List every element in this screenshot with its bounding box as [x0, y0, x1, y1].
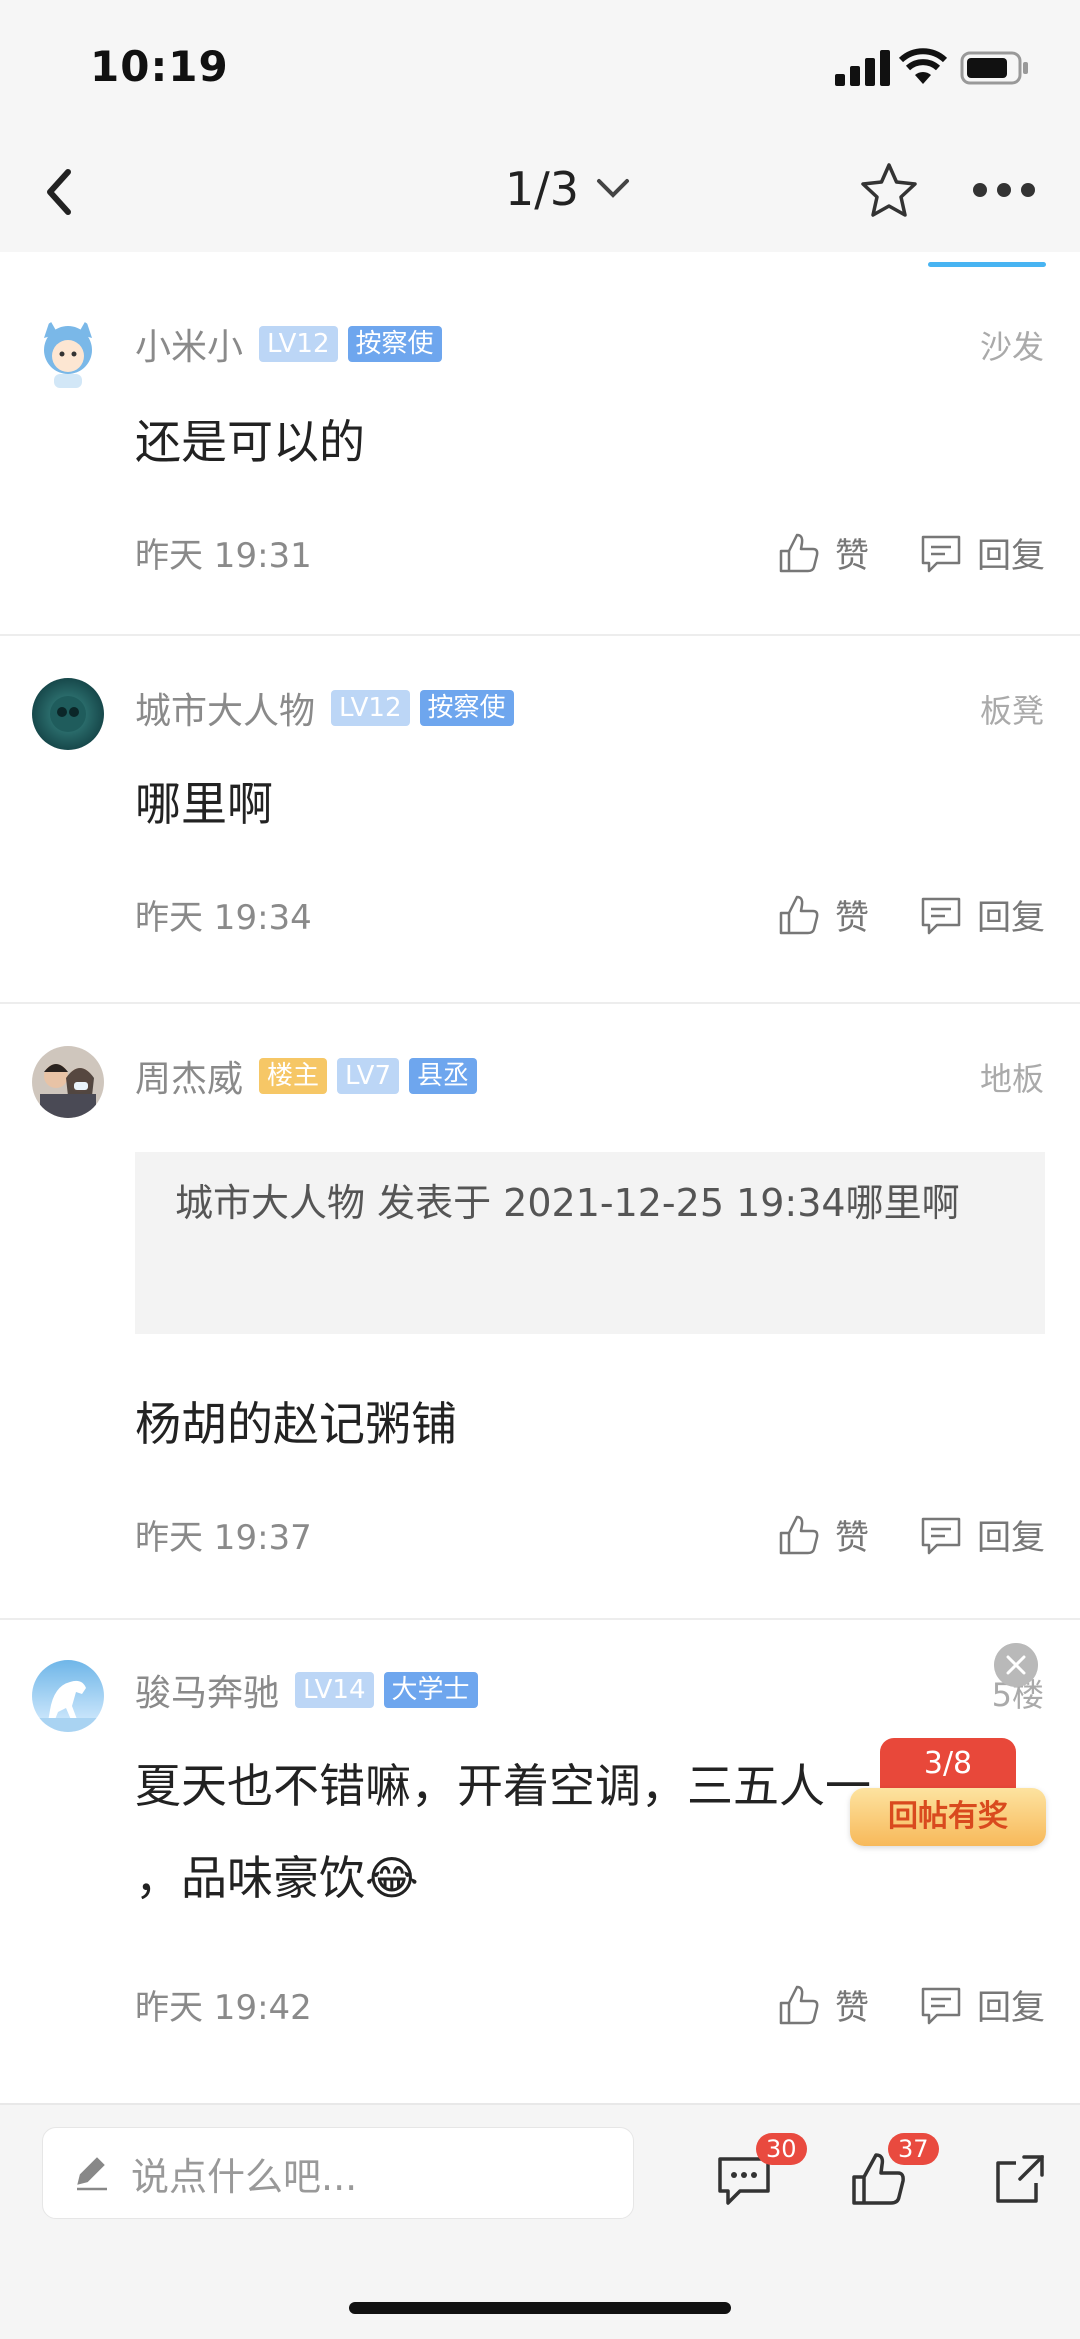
- reply-post: 周杰威 楼主 LV7 县丞 地板 城市大人物 发表于 2021-12-25 19…: [0, 1004, 1080, 1620]
- home-indicator[interactable]: [349, 2302, 731, 2314]
- username[interactable]: 小米小: [135, 318, 243, 370]
- user-info: 周杰威 楼主 LV7 县丞: [135, 1050, 478, 1102]
- like-label: 赞: [835, 898, 869, 938]
- status-time: 10:19: [90, 42, 229, 91]
- more-options-icon[interactable]: [972, 176, 1036, 204]
- username[interactable]: 骏马奔驰: [135, 1664, 279, 1716]
- like-count-badge: 37: [888, 2133, 939, 2165]
- quoted-reply[interactable]: 城市大人物 发表于 2021-12-25 19:34哪里啊: [135, 1152, 1045, 1334]
- reply-button[interactable]: 回复: [919, 1980, 1045, 2029]
- scroll-indicator: [928, 262, 1046, 267]
- reply-post: 骏马奔驰 LV14 大学士 5楼 夏天也不错嘛，开着空调，三五人一 ，品味豪饮😂…: [0, 1620, 1080, 2104]
- reply-button[interactable]: 回复: [919, 528, 1045, 577]
- username[interactable]: 城市大人物: [135, 682, 315, 734]
- reward-label: 回帖有奖: [850, 1788, 1046, 1846]
- post-content: 杨胡的赵记粥铺: [135, 1397, 457, 1451]
- cellular-signal-icon: [835, 50, 890, 86]
- level-badge: LV12: [259, 326, 338, 362]
- thumbs-up-icon: [779, 1985, 819, 2024]
- pencil-icon: [77, 2157, 107, 2191]
- reply-post: 城市大人物 LV12 按察使 板凳 哪里啊 昨天 19:34 赞 回复: [0, 636, 1080, 1004]
- comment-count-badge: 30: [756, 2133, 807, 2165]
- close-icon[interactable]: [994, 1643, 1038, 1687]
- level-badge: LV7: [337, 1058, 399, 1094]
- reply-button[interactable]: 回复: [919, 890, 1045, 939]
- like-button[interactable]: 赞: [777, 890, 869, 939]
- like-label: 赞: [835, 1988, 869, 2028]
- level-badge: LV12: [331, 690, 410, 726]
- like-label: 赞: [835, 1518, 869, 1558]
- reply-reward-widget[interactable]: 3/8 回帖有奖: [850, 1738, 1046, 1848]
- favorite-star-icon[interactable]: [858, 160, 920, 222]
- post-content: 还是可以的: [135, 415, 365, 469]
- comment-input[interactable]: 说点什么吧...: [42, 2127, 634, 2219]
- avatar[interactable]: [32, 678, 104, 750]
- comment-icon: [921, 1987, 961, 2024]
- reply-label: 回复: [977, 1988, 1045, 2028]
- reply-label: 回复: [977, 1518, 1045, 1558]
- avatar[interactable]: [32, 1046, 104, 1118]
- like-button[interactable]: 赞: [777, 1510, 869, 1559]
- status-bar: 10:19: [0, 0, 1080, 130]
- page-selector[interactable]: 1/3: [505, 162, 633, 216]
- thumbs-up-icon: [779, 895, 819, 934]
- user-info: 小米小 LV12 按察使: [135, 318, 442, 370]
- title-badge: 县丞: [409, 1058, 478, 1094]
- thumbs-up-icon: [779, 1515, 819, 1554]
- post-content: 哪里啊: [135, 777, 273, 831]
- like-button[interactable]: 赞: [777, 528, 869, 577]
- like-label: 赞: [835, 536, 869, 576]
- wifi-icon: [898, 48, 948, 84]
- share-icon[interactable]: [990, 2149, 1050, 2209]
- comment-placeholder: 说点什么吧...: [131, 2154, 358, 2199]
- avatar[interactable]: [32, 318, 104, 390]
- user-info: 城市大人物 LV12 按察使: [135, 682, 514, 734]
- title-badge: 按察使: [347, 326, 442, 362]
- post-meta: 昨天 19:42 赞 回复: [135, 1980, 1045, 2029]
- reply-post: 小米小 LV12 按察使 沙发 还是可以的 昨天 19:31 赞 回复: [0, 270, 1080, 636]
- reply-label: 回复: [977, 898, 1045, 938]
- level-badge: LV14: [295, 1672, 374, 1708]
- post-meta: 昨天 19:31 赞 回复: [135, 528, 1045, 577]
- comment-icon: [921, 535, 961, 572]
- chevron-down-icon: [597, 179, 630, 198]
- post-time: 昨天 19:37: [135, 1518, 312, 1558]
- comment-icon: [921, 897, 961, 934]
- post-time: 昨天 19:34: [135, 898, 312, 938]
- title-badge: 大学士: [383, 1672, 478, 1708]
- page-indicator: 1/3: [505, 162, 580, 216]
- thumbs-up-icon: [779, 533, 819, 572]
- floor-label: 板凳: [979, 692, 1044, 730]
- floor-label: 沙发: [979, 328, 1044, 366]
- thread-owner-badge: 楼主: [259, 1058, 328, 1094]
- battery-icon: [960, 51, 1028, 85]
- reply-label: 回复: [977, 536, 1045, 576]
- floor-label: 地板: [979, 1060, 1044, 1098]
- top-nav-bar: 1/3: [0, 130, 1080, 252]
- post-meta: 昨天 19:34 赞 回复: [135, 890, 1045, 939]
- post-meta: 昨天 19:37 赞 回复: [135, 1510, 1045, 1559]
- comment-icon: [921, 1517, 961, 1554]
- back-arrow-icon[interactable]: [38, 162, 82, 222]
- title-badge: 按察使: [419, 690, 514, 726]
- reply-button[interactable]: 回复: [919, 1510, 1045, 1559]
- avatar[interactable]: [32, 1660, 104, 1732]
- post-time: 昨天 19:42: [135, 1988, 312, 2028]
- post-time: 昨天 19:31: [135, 536, 312, 576]
- user-info: 骏马奔驰 LV14 大学士: [135, 1664, 478, 1716]
- like-button[interactable]: 赞: [777, 1980, 869, 2029]
- username[interactable]: 周杰威: [135, 1050, 243, 1102]
